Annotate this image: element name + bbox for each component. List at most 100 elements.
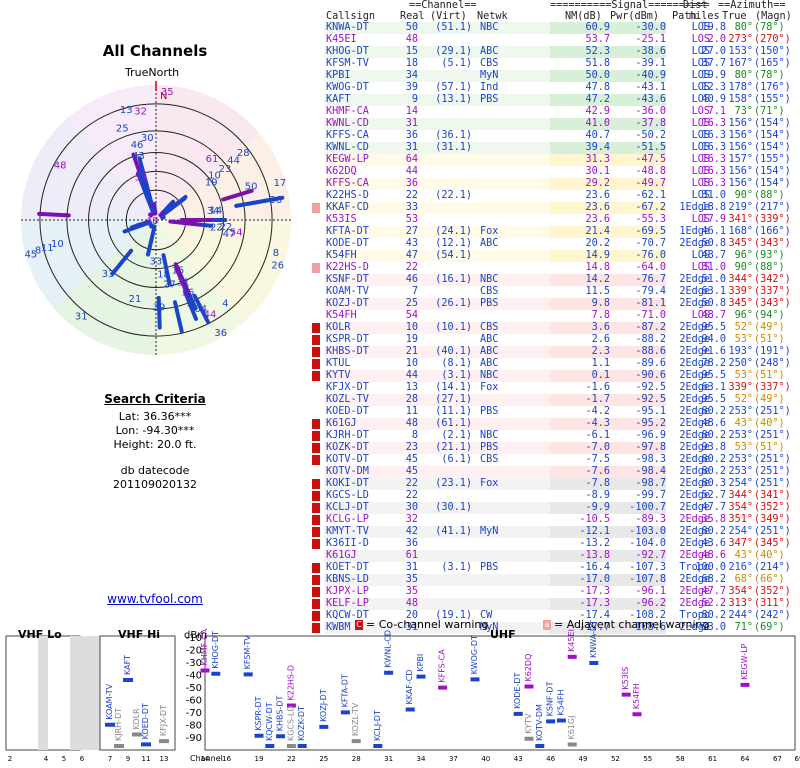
cell-real: 13 <box>405 382 418 393</box>
tvfool-link[interactable]: www.tvfool.com <box>0 592 310 606</box>
cell-pwr: -40.9 <box>635 70 666 81</box>
table-row: K53IS 53 23.6 -55.3 LOS 17.9 341° (339°) <box>310 214 800 226</box>
cell-pwr: -43.6 <box>635 94 666 105</box>
cell-real: 36 <box>405 130 418 141</box>
cell-true: 80° <box>734 70 753 81</box>
cell-virt: (51.1) <box>435 22 472 33</box>
cell-dist: 80.2 <box>701 406 726 417</box>
radar-label: 44 <box>204 310 217 321</box>
x-tick-label: 64 <box>741 755 750 763</box>
table-row: K54FH 54 7.8 -71.0 LOS 48.7 96° (94°) <box>310 310 800 322</box>
cell-magn: (251°) <box>754 526 791 537</box>
co-channel-flag-icon <box>312 563 320 573</box>
cell-nm: 7.8 <box>591 310 610 321</box>
radar-label: 10 <box>51 239 64 250</box>
cell-nm: 3.6 <box>591 322 610 333</box>
cell-magn: (270°) <box>754 34 791 45</box>
cell-nm: -1.6 <box>585 382 610 393</box>
cell-pwr: -88.6 <box>635 346 666 357</box>
cell-dist: 43.6 <box>701 538 726 549</box>
cell-real: 48 <box>405 598 418 609</box>
cell-true: 219° <box>728 202 753 213</box>
cell-callsign: KFJX-DT <box>326 382 369 393</box>
cell-magn: (251°) <box>754 478 791 489</box>
table-row: KJPX-LP 35 -17.3 -96.1 2Edge 47.7 354° (352°) <box>310 586 800 598</box>
spectrum-bar <box>276 734 286 739</box>
cell-real: 25 <box>405 298 418 309</box>
x-tick-label: 5 <box>62 755 66 763</box>
table-row: K22HS-D 22 (22.1) 23.6 -62.1 LOS 31.0 90° (88°) <box>310 190 800 202</box>
spectrum-bar-label: K45EI <box>567 629 576 652</box>
cell-real: 47 <box>405 250 418 261</box>
cell-pwr: -92.7 <box>635 550 666 561</box>
table-row: KSNF-DT 46 (16.1) NBC 14.2 -76.7 2Edge 51.0 344°… <box>310 274 800 286</box>
table-row: KHMF-CA 14 42.9 -36.0 LOS 7.1 73° (71°) <box>310 106 800 118</box>
table-row: KGCS-LD 22 -8.9 -99.7 2Edge 52.7 344° (341°) <box>310 490 800 502</box>
table-row: KSPR-DT 19 ABC 2.6 -88.2 2Edge 94.0 53° (51°) <box>310 334 800 346</box>
x-tick-label: 19 <box>255 755 264 763</box>
spectrum-bar <box>141 742 151 747</box>
cell-dist: 52.2 <box>701 598 726 609</box>
radar-label: 48 <box>54 161 67 172</box>
cell-magn: (49°) <box>754 394 785 405</box>
cell-real: 23 <box>405 442 418 453</box>
cell-magn: (51°) <box>754 442 785 453</box>
cell-pwr: -79.4 <box>635 286 666 297</box>
co-channel-flag-icon <box>312 347 320 357</box>
cell-nm: 47.2 <box>585 94 610 105</box>
cell-callsign: KOTV-DT <box>326 454 369 465</box>
spectrum-bar <box>556 718 566 723</box>
cell-pwr: -67.2 <box>635 202 666 213</box>
cell-real: 28 <box>405 394 418 405</box>
cell-virt: (26.1) <box>435 298 472 309</box>
cell-real: 9 <box>411 94 418 105</box>
cell-dist: 17.9 <box>701 214 726 225</box>
cell-pwr: -100.7 <box>629 502 666 513</box>
x-tick-label: 61 <box>708 755 717 763</box>
spectrum-bar-label: K53IS <box>621 667 630 690</box>
cell-callsign: KJPX-LP <box>326 586 369 597</box>
table-row: KHOG-DT 15 (29.1) ABC 52.3 -38.6 LOS 27.0 153° (1… <box>310 46 800 58</box>
table-row: KYTV 44 (3.1) NBC 0.1 -90.6 2Edge 95.5 53° (51°) <box>310 370 800 382</box>
cell-nm: 14.9 <box>585 250 610 261</box>
cell-nm: -13.2 <box>579 538 610 549</box>
cell-magn: (352°) <box>754 586 791 597</box>
criteria-lon: Lon: -94.30*** <box>115 424 195 437</box>
cell-netwk: CBS <box>480 286 499 297</box>
cell-pwr: -43.1 <box>635 82 666 93</box>
x-tick-label: 7 <box>108 755 112 763</box>
table-row: KOLR 10 (10.1) CBS 3.6 -87.2 2Edge 95.5 52° (49°) <box>310 322 800 334</box>
table-row: KOAM-TV 7 CBS 11.5 -79.4 2Edge 63.1 339° (337°) <box>310 286 800 298</box>
cell-magn: (352°) <box>754 502 791 513</box>
spectrum-bar-label: KOLR <box>132 708 141 730</box>
table-row: KBNS-LD 35 -17.0 -107.8 2Edge 68.2 68° (66°) <box>310 574 800 586</box>
cell-nm: -7.5 <box>585 454 610 465</box>
radar-label: 17 <box>274 178 287 189</box>
cell-nm: -7.0 <box>585 442 610 453</box>
cell-true: 354° <box>728 502 753 513</box>
cell-magn: (51°) <box>754 370 785 381</box>
cell-magn: (154°) <box>754 178 791 189</box>
cell-true: 158° <box>728 94 753 105</box>
cell-real: 50 <box>405 22 418 33</box>
table-row: KWNL-CD 31 (31.1) 39.4 -51.5 LOS 16.3 156° (154°… <box>310 142 800 154</box>
cell-dist: 68.2 <box>701 574 726 585</box>
spectrum-bar <box>621 692 631 697</box>
spectrum-bar-label: KQCW-DT <box>265 702 274 741</box>
spectrum-bar-label: K61GJ <box>567 716 576 740</box>
table-row: KOZJ-DT 25 (26.1) PBS 9.8 -81.1 2Edge 50.8 345°(… <box>310 298 800 310</box>
cell-magn: (251°) <box>754 430 791 441</box>
radar-spoke <box>37 211 71 218</box>
cell-callsign: K54FH <box>326 250 357 261</box>
cell-virt: (21.1) <box>435 442 472 453</box>
spectrum-bar <box>159 739 169 744</box>
cell-nm: 51.8 <box>585 58 610 69</box>
cell-magn: (217°) <box>754 202 791 213</box>
cell-real: 45 <box>405 454 418 465</box>
cell-true: 344° <box>728 274 753 285</box>
cell-true: 96° <box>734 310 753 321</box>
table-row: KOTV-DT 45 (6.1) CBS -7.5 -98.3 2Edge 80.2 253°(… <box>310 454 800 466</box>
radar-label: 8 <box>273 248 279 259</box>
cell-virt: (27.1) <box>435 394 472 405</box>
cell-netwk: ABC <box>480 238 499 249</box>
